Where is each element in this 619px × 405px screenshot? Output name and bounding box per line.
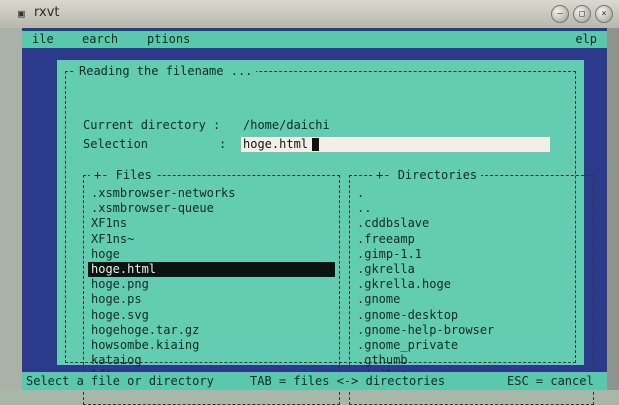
file-item[interactable]: .xsmbrowser-queue [88,201,335,216]
directories-title: Directories [397,168,478,182]
directory-item[interactable]: .gnome-desktop [354,308,589,323]
file-item[interactable]: .xsmbrowser-networks [88,186,335,201]
file-item[interactable]: hoge.ps [88,292,335,307]
selection-input[interactable] [241,137,550,152]
directory-item[interactable]: .gnome [354,292,589,307]
directories-list: . .. .cddbslave .freeamp .gimp-1.1 .gkre… [354,186,589,383]
files-list: .xsmbrowser-networks .xsmbrowser-queue X… [88,186,335,383]
directory-item[interactable]: .. [354,201,589,216]
files-panel-title: +- Files [90,168,156,182]
file-item[interactable]: hoge.svg [88,308,335,323]
file-item[interactable]: XF1ns~ [88,232,335,247]
menu-options[interactable]: ptions [147,31,190,48]
file-item[interactable]: kataiog [88,353,335,368]
file-item-selected[interactable]: hoge.html [88,261,335,278]
file-item[interactable]: hogehoge.tar.gz [88,323,335,338]
directory-item[interactable]: . [354,186,589,201]
menu-bar: ile earch ptions elp [22,31,607,48]
window-title: rxvt [34,5,60,20]
dialog-title: Reading the filename ... [75,65,257,78]
directory-item[interactable]: .cddbslave [354,216,589,231]
terminal-scrollbar[interactable] [607,28,619,390]
close-icon[interactable]: × [595,5,613,23]
status-hint-cancel: ESC = cancel [507,374,594,388]
files-panel: +- Files .xsmbrowser-networks .xsmbrowse… [83,168,340,405]
directory-item[interactable]: .gnome-help-browser [354,323,589,338]
directory-item[interactable]: .gthumb [354,353,589,368]
current-directory-label: Current directory : [83,118,221,132]
directories-panel: +- Directories . .. .cddbslave .freeamp … [349,168,594,405]
directories-panel-title: +- Directories [372,168,482,182]
directory-item[interactable]: .gkrella.hoge [354,277,589,292]
window-left-border [0,28,22,390]
file-dialog: Reading the filename ... Current directo… [57,60,594,405]
files-title: Files [115,168,152,182]
directory-item[interactable]: .gimp-1.1 [354,247,589,262]
text-cursor [312,138,319,151]
directory-item[interactable]: .gnome_private [354,338,589,353]
menu-help[interactable]: elp [575,31,597,48]
menu-file[interactable]: ile [32,31,54,48]
file-item[interactable]: hoge [88,247,335,262]
terminal-screen: ile earch ptions elp Reading the filenam… [22,28,607,405]
status-bar: Select a file or directory TAB = files <… [22,372,607,390]
selection-label: Selection [83,137,149,151]
terminal-icon: ▣ [18,7,25,20]
file-item[interactable]: hoge.png [88,277,335,292]
selection-separator: : [219,137,227,151]
file-item[interactable]: XF1ns [88,216,335,231]
minimize-icon[interactable]: – [551,5,569,23]
window-titlebar[interactable]: ▣ rxvt – □ × [0,0,619,29]
menu-search[interactable]: earch [82,31,118,48]
maximize-icon[interactable]: □ [573,5,591,23]
status-hint-select: Select a file or directory [26,374,214,388]
directory-item[interactable]: .freeamp [354,232,589,247]
current-directory-value: /home/daichi [243,118,330,132]
status-hint-tab: TAB = files <-> directories [250,374,446,388]
directory-item[interactable]: .gkrella [354,262,589,277]
window-buttons: – □ × [551,5,613,23]
file-item[interactable]: howsombe.kiaing [88,338,335,353]
